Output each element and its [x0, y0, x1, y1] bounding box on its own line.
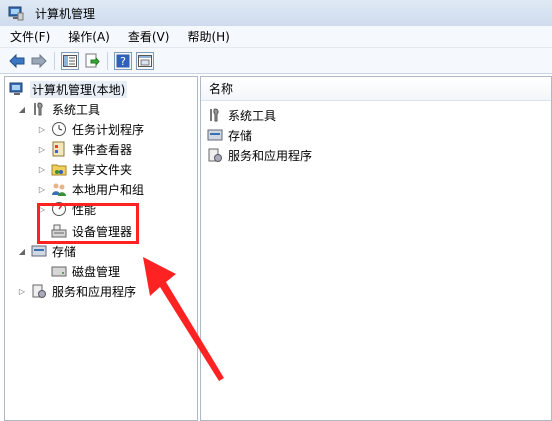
- red-arrow-icon: [143, 257, 224, 381]
